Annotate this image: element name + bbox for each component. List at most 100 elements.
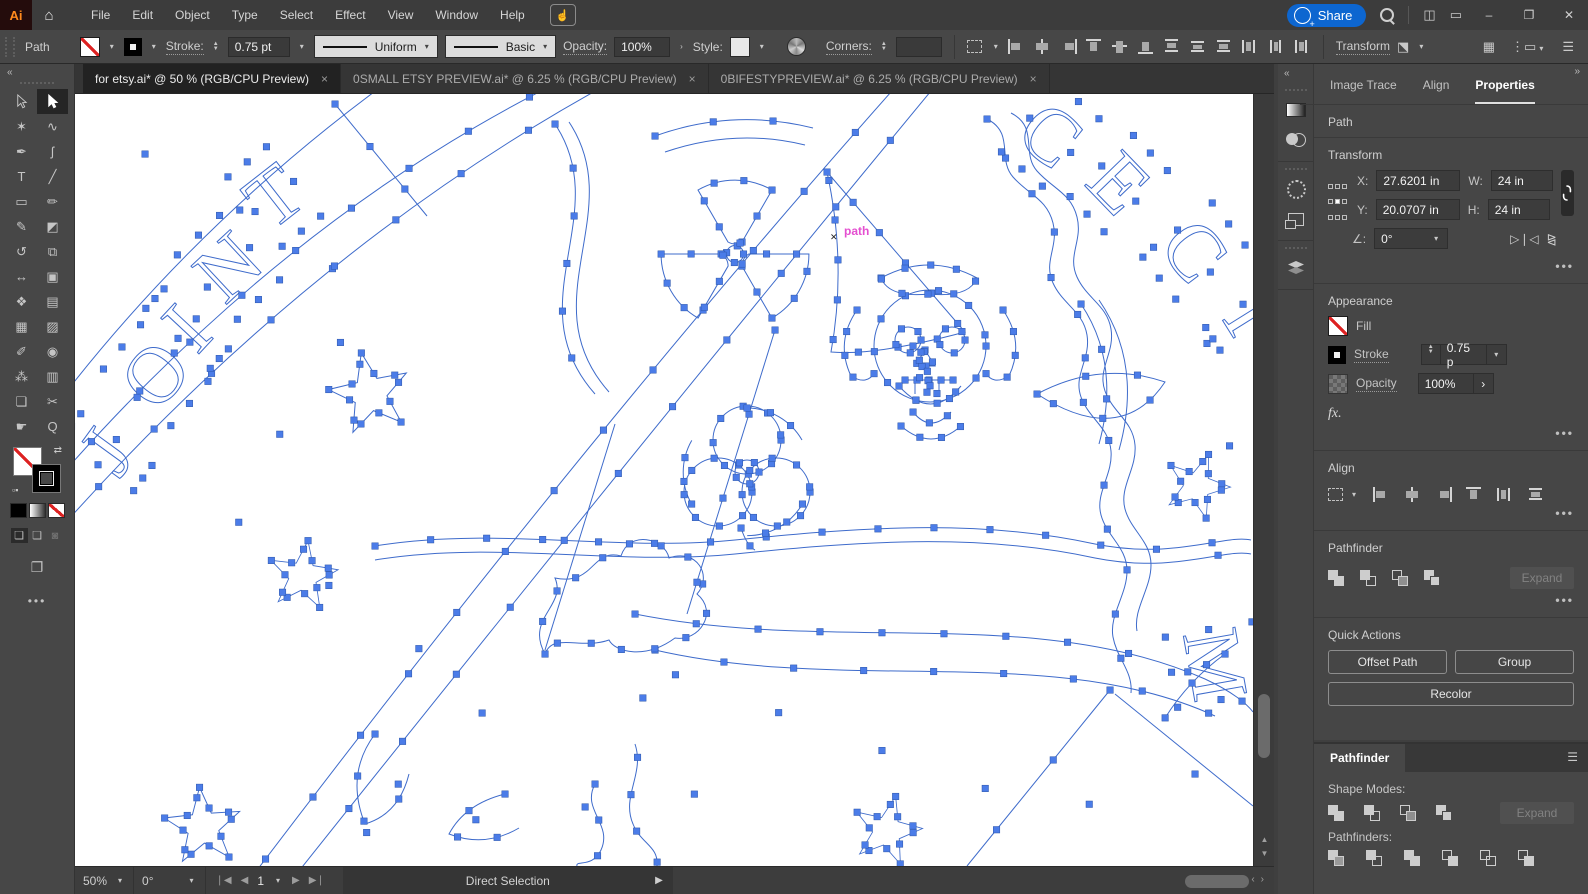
exclude-icon[interactable] [1436, 805, 1452, 821]
close-tab-icon[interactable]: × [321, 72, 328, 86]
scale-tool[interactable]: ⧉ [37, 239, 68, 264]
lasso-tool[interactable]: ∿ [37, 114, 68, 139]
document-tab[interactable]: 0BIFESTYPREVIEW.ai* @ 6.25 % (RGB/CPU Pr… [709, 64, 1050, 93]
align-left-icon[interactable] [1007, 39, 1025, 54]
align-right-icon[interactable] [1435, 487, 1453, 502]
opacity-swatch[interactable] [1328, 373, 1348, 394]
menu-view[interactable]: View [377, 0, 425, 30]
w-field[interactable]: 24 in [1490, 170, 1553, 191]
vertical-scrollbar-thumb[interactable] [1258, 694, 1270, 758]
transform-chevron-icon[interactable]: ▾ [1416, 42, 1426, 51]
divide-icon[interactable] [1328, 850, 1344, 866]
menu-type[interactable]: Type [221, 0, 269, 30]
fill-chevron-icon[interactable]: ▾ [107, 42, 117, 51]
workspace-icon[interactable]: ⋮▭ ▾ [1511, 39, 1546, 55]
shape-builder-tool[interactable]: ❖ [6, 289, 37, 314]
scroll-down-icon[interactable]: ▼ [1254, 849, 1275, 858]
type-tool[interactable]: T [6, 164, 37, 189]
corners-field[interactable] [895, 36, 942, 57]
unite-icon[interactable] [1328, 570, 1344, 586]
align-more-options-icon[interactable]: ••• [1328, 504, 1574, 530]
panel-drag-handle[interactable] [5, 36, 15, 57]
none-button[interactable] [47, 503, 65, 518]
mesh-tool[interactable]: ▦ [6, 314, 37, 339]
align-top-icon[interactable] [1085, 39, 1103, 54]
dist-right-icon[interactable] [1294, 39, 1311, 54]
align-center-icon[interactable] [1404, 487, 1421, 502]
line-segment-tool[interactable]: ╱ [37, 164, 68, 189]
artboard-number-field[interactable]: 1 [257, 874, 264, 888]
opacity-link[interactable]: Opacity [1356, 376, 1397, 392]
document-arrangement-icon[interactable]: ▦ [1483, 39, 1495, 55]
tab-align[interactable]: Align [1423, 78, 1450, 104]
hand-tool[interactable]: ☛ [6, 414, 37, 439]
close-tab-icon[interactable]: × [689, 72, 696, 86]
exclude-icon[interactable] [1424, 570, 1440, 586]
expand-button[interactable]: Expand [1500, 802, 1574, 824]
curvature-tool[interactable]: ʃ [37, 139, 68, 164]
illustrator-logo[interactable]: Ai [0, 0, 32, 30]
color-button[interactable] [9, 503, 27, 518]
y-field[interactable]: 20.0707 in [1375, 199, 1460, 220]
gradient-panel-icon[interactable] [1278, 95, 1314, 125]
default-fill-stroke-icon[interactable]: ▫▪ [12, 485, 18, 495]
eyedropper-tool[interactable]: ✐ [6, 339, 37, 364]
direct-selection-tool[interactable] [37, 89, 68, 114]
width-tool[interactable]: ↔ [6, 264, 37, 289]
dist-top-icon[interactable] [1164, 39, 1181, 54]
align-to-selection-icon[interactable] [966, 40, 982, 53]
last-artboard-icon[interactable]: ▶❘ [309, 875, 325, 886]
zoom-level-select[interactable]: 50% ▾ [75, 867, 133, 894]
corners-stepper[interactable]: ▲ ▼ [879, 41, 889, 52]
stroke-color-control[interactable] [32, 464, 61, 493]
shaper-tool[interactable]: ✎ [6, 214, 37, 239]
style-chevron-icon[interactable]: ▾ [757, 42, 767, 51]
constrain-proportions-button[interactable] [1560, 170, 1574, 216]
screen-mode-icon[interactable]: ❐ [31, 559, 44, 576]
document-tab[interactable]: 0SMALL ETSY PREVIEW.ai* @ 6.25 % (RGB/CP… [341, 64, 709, 93]
dock-collapse-icon[interactable]: « [1278, 64, 1313, 83]
touch-workspace-icon[interactable]: ☝ [549, 4, 576, 26]
share-button[interactable]: Share [1286, 3, 1367, 29]
align-middle-icon[interactable] [1111, 39, 1129, 54]
flip-horizontal-icon[interactable]: ▷❘◁ [1510, 232, 1539, 246]
layers-panel-icon[interactable] [1278, 253, 1314, 283]
selection-tool[interactable] [6, 89, 37, 114]
flip-vertical-icon[interactable]: ⧎ [1547, 232, 1557, 246]
crop-icon[interactable] [1442, 850, 1458, 866]
recolor-artwork-icon[interactable] [786, 37, 806, 56]
menu-select[interactable]: Select [269, 0, 324, 30]
rotation-select[interactable]: 0° ▾ [134, 867, 205, 894]
opacity-field[interactable]: 100% [1417, 373, 1474, 394]
align-to-selection-icon[interactable] [1328, 488, 1343, 501]
draw-behind-icon[interactable]: ❏ [29, 528, 46, 543]
dist-left-icon[interactable] [1241, 39, 1259, 54]
status-tool-display[interactable]: Direct Selection ▶ [342, 867, 673, 894]
fx-label[interactable]: fx. [1328, 402, 1574, 424]
slice-tool[interactable]: ✂ [37, 389, 68, 414]
magic-wand-tool[interactable]: ✶ [6, 114, 37, 139]
toolbar-collapse-icon[interactable]: « [0, 64, 20, 81]
menu-help[interactable]: Help [489, 0, 536, 30]
reference-point-grid[interactable] [1328, 184, 1347, 228]
corners-label[interactable]: Corners: [825, 39, 872, 55]
group-button[interactable]: Group [1455, 650, 1574, 674]
column-graph-tool[interactable]: ▥ [37, 364, 68, 389]
next-artboard-icon[interactable]: ▶ [292, 875, 300, 886]
stroke-unit-chevron-icon[interactable]: ▾ [1486, 344, 1507, 365]
menu-window[interactable]: Window [424, 0, 489, 30]
opacity-chevron-icon[interactable]: › [677, 42, 686, 51]
dist-center-icon[interactable] [1268, 39, 1285, 54]
transform-link[interactable]: Transform [1335, 39, 1391, 55]
dist-bottom-icon[interactable] [1216, 39, 1233, 54]
search-icon[interactable] [1380, 8, 1395, 22]
close-tab-icon[interactable]: × [1030, 72, 1037, 86]
align-to-chevron-icon[interactable]: ▾ [991, 42, 1001, 51]
stroke-chevron-icon[interactable]: ▾ [149, 42, 159, 51]
outline-icon[interactable] [1480, 850, 1496, 866]
unite-icon[interactable] [1328, 805, 1344, 821]
first-artboard-icon[interactable]: ❘◀ [216, 875, 232, 886]
draw-normal-icon[interactable]: ❏ [10, 528, 28, 543]
paintbrush-tool[interactable]: ✏ [37, 189, 68, 214]
dock-expand-icon[interactable]: » [1574, 66, 1580, 77]
